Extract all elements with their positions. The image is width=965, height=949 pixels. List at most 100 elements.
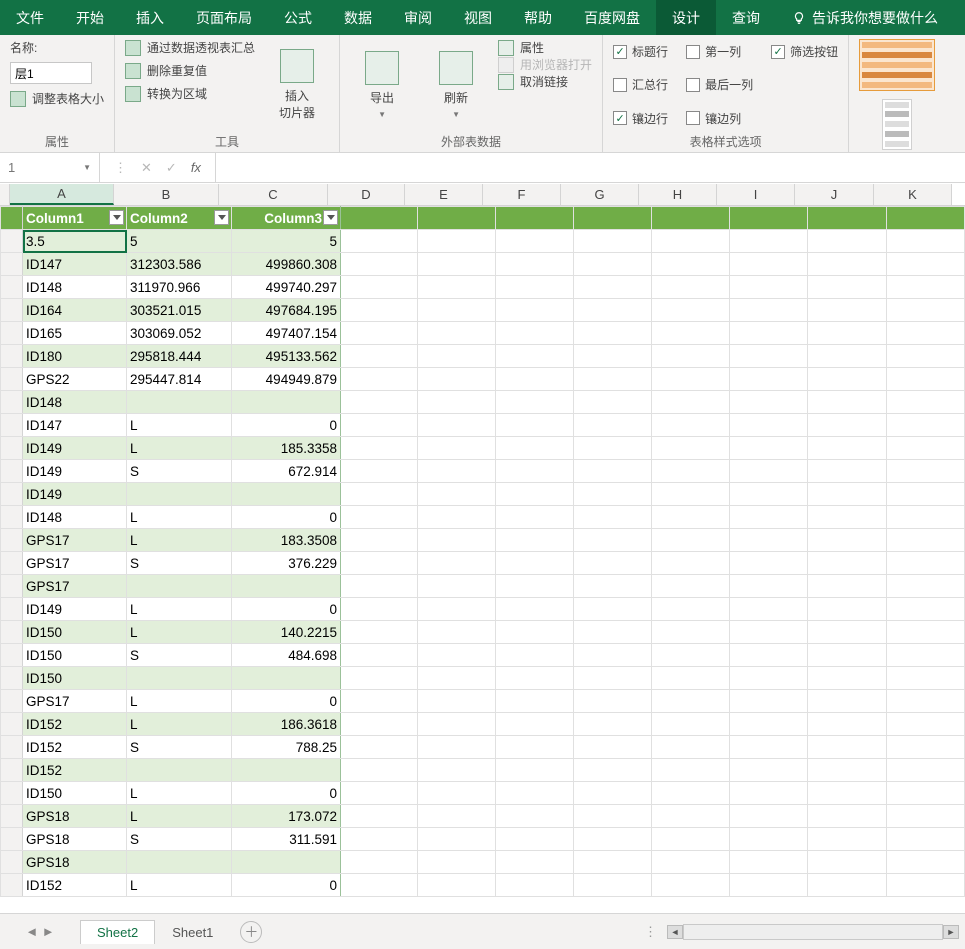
- cell[interactable]: L: [127, 874, 232, 897]
- cell[interactable]: [730, 345, 808, 368]
- cell[interactable]: ID152: [23, 874, 127, 897]
- cell[interactable]: [730, 207, 808, 230]
- cell[interactable]: [887, 368, 965, 391]
- cell[interactable]: [808, 713, 887, 736]
- cell[interactable]: L: [127, 506, 232, 529]
- cell[interactable]: ID148: [23, 506, 127, 529]
- cell[interactable]: [232, 391, 341, 414]
- cell[interactable]: [887, 322, 965, 345]
- cell[interactable]: [730, 713, 808, 736]
- cell[interactable]: [418, 759, 496, 782]
- cell[interactable]: [887, 782, 965, 805]
- cell[interactable]: [730, 483, 808, 506]
- cell[interactable]: [232, 483, 341, 506]
- cell[interactable]: [730, 276, 808, 299]
- cell[interactable]: [652, 828, 730, 851]
- cell[interactable]: [232, 851, 341, 874]
- cell[interactable]: [341, 391, 418, 414]
- cell[interactable]: [808, 874, 887, 897]
- cell[interactable]: S: [127, 828, 232, 851]
- cell[interactable]: [652, 299, 730, 322]
- cell[interactable]: [808, 322, 887, 345]
- cell[interactable]: [808, 506, 887, 529]
- cell[interactable]: [887, 483, 965, 506]
- cell[interactable]: [418, 506, 496, 529]
- cell[interactable]: [496, 368, 574, 391]
- tab-review[interactable]: 审阅: [388, 0, 448, 35]
- cell[interactable]: ID148: [23, 391, 127, 414]
- col-header-J[interactable]: J: [795, 184, 874, 205]
- cell[interactable]: [652, 391, 730, 414]
- cell[interactable]: [730, 828, 808, 851]
- scroll-left-button[interactable]: ◄: [667, 925, 683, 939]
- cell[interactable]: [127, 667, 232, 690]
- cell[interactable]: [496, 575, 574, 598]
- cell[interactable]: GPS18: [23, 851, 127, 874]
- cell[interactable]: [887, 506, 965, 529]
- cell[interactable]: L: [127, 621, 232, 644]
- cell[interactable]: [730, 621, 808, 644]
- cell[interactable]: [808, 345, 887, 368]
- cell[interactable]: 303069.052: [127, 322, 232, 345]
- cell[interactable]: [887, 552, 965, 575]
- cell[interactable]: 303521.015: [127, 299, 232, 322]
- cell[interactable]: [808, 828, 887, 851]
- cell[interactable]: [887, 529, 965, 552]
- cell[interactable]: [418, 874, 496, 897]
- cell[interactable]: 311.591: [232, 828, 341, 851]
- cell[interactable]: [652, 207, 730, 230]
- cell[interactable]: [808, 736, 887, 759]
- cell[interactable]: [652, 322, 730, 345]
- cell[interactable]: [730, 782, 808, 805]
- cell[interactable]: [341, 759, 418, 782]
- cell[interactable]: [574, 805, 652, 828]
- cell[interactable]: [496, 552, 574, 575]
- cell[interactable]: L: [127, 598, 232, 621]
- scroll-right-button[interactable]: ►: [943, 925, 959, 939]
- cell[interactable]: [808, 782, 887, 805]
- cell[interactable]: S: [127, 552, 232, 575]
- chk-first-col[interactable]: 第一列: [686, 43, 753, 60]
- cell[interactable]: [652, 690, 730, 713]
- cell[interactable]: [808, 805, 887, 828]
- resize-table-button[interactable]: 调整表格大小: [10, 90, 104, 107]
- cell[interactable]: [127, 851, 232, 874]
- sheet-tab-other[interactable]: Sheet1: [155, 920, 230, 944]
- cell[interactable]: [418, 299, 496, 322]
- cell[interactable]: 312303.586: [127, 253, 232, 276]
- cell[interactable]: [496, 322, 574, 345]
- cell[interactable]: [496, 276, 574, 299]
- cell[interactable]: [730, 506, 808, 529]
- cell[interactable]: [574, 322, 652, 345]
- cell[interactable]: [418, 782, 496, 805]
- filter-dropdown-icon[interactable]: [323, 210, 338, 225]
- cell[interactable]: [341, 598, 418, 621]
- cell[interactable]: [652, 253, 730, 276]
- cell[interactable]: [418, 552, 496, 575]
- cell[interactable]: GPS17: [23, 575, 127, 598]
- cell[interactable]: [341, 460, 418, 483]
- cell[interactable]: [341, 575, 418, 598]
- insert-slicer-button[interactable]: 插入 切片器: [265, 39, 329, 131]
- cell[interactable]: [574, 782, 652, 805]
- cell[interactable]: [887, 759, 965, 782]
- cell[interactable]: [341, 299, 418, 322]
- cell[interactable]: [808, 460, 887, 483]
- cell[interactable]: 140.2215: [232, 621, 341, 644]
- sheet-nav[interactable]: ◄ ►: [0, 924, 80, 939]
- chk-last-col[interactable]: 最后一列: [686, 76, 753, 93]
- cell[interactable]: [652, 552, 730, 575]
- cell[interactable]: [341, 345, 418, 368]
- cell[interactable]: [574, 299, 652, 322]
- cell[interactable]: [652, 713, 730, 736]
- cell[interactable]: [808, 667, 887, 690]
- col-header-H[interactable]: H: [639, 184, 717, 205]
- cell[interactable]: [574, 667, 652, 690]
- cell[interactable]: [652, 598, 730, 621]
- cell[interactable]: [887, 805, 965, 828]
- cell[interactable]: L: [127, 805, 232, 828]
- cell[interactable]: [652, 644, 730, 667]
- cell[interactable]: [418, 391, 496, 414]
- cell[interactable]: L: [127, 437, 232, 460]
- cell[interactable]: [574, 621, 652, 644]
